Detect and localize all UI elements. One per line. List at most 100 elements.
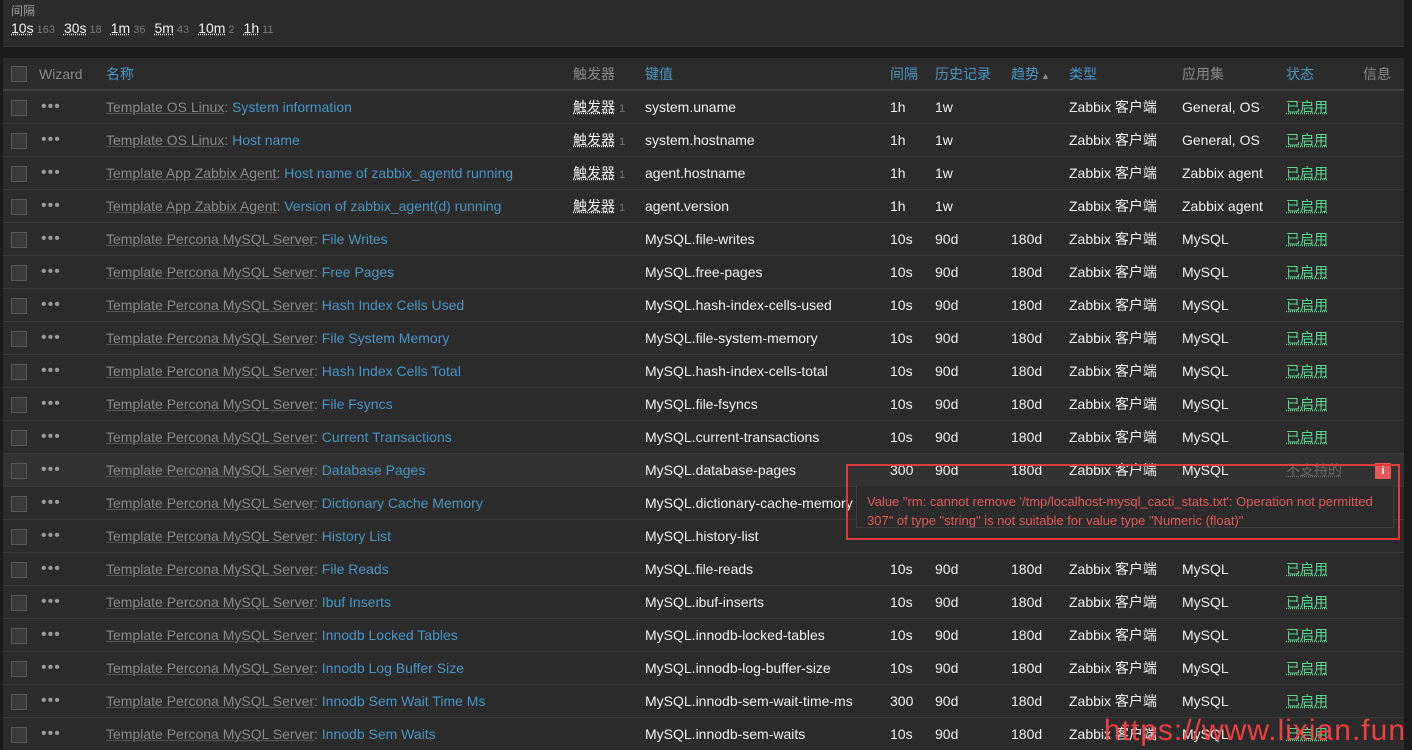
- interval-filter-item[interactable]: 10s 163: [11, 20, 55, 36]
- triggers-link[interactable]: 触发器: [573, 198, 615, 214]
- status-toggle[interactable]: 已启用: [1286, 132, 1328, 148]
- row-wizard-cell[interactable]: •••: [39, 486, 106, 520]
- status-toggle[interactable]: 已启用: [1286, 297, 1328, 313]
- template-link[interactable]: Template Percona MySQL Server: [106, 726, 314, 742]
- row-wizard-cell[interactable]: •••: [39, 90, 106, 124]
- item-name-link[interactable]: Innodb Log Buffer Size: [322, 660, 464, 676]
- item-name-link[interactable]: File Reads: [322, 561, 389, 577]
- item-name-link[interactable]: Innodb Sem Wait Time Ms: [322, 693, 486, 709]
- row-checkbox[interactable]: [11, 198, 27, 215]
- more-options-icon[interactable]: •••: [39, 692, 61, 709]
- interval-filter-label[interactable]: 30s: [64, 20, 87, 36]
- row-checkbox[interactable]: [11, 627, 27, 644]
- item-name-link[interactable]: Innodb Locked Tables: [322, 627, 458, 643]
- row-select-cell[interactable]: [3, 354, 39, 388]
- row-checkbox[interactable]: [11, 495, 27, 512]
- row-select-cell[interactable]: [3, 618, 39, 652]
- row-wizard-cell[interactable]: •••: [39, 453, 106, 487]
- row-select-cell[interactable]: [3, 486, 39, 520]
- row-select-cell[interactable]: [3, 519, 39, 553]
- row-select-cell[interactable]: [3, 90, 39, 124]
- more-options-icon[interactable]: •••: [39, 626, 61, 643]
- interval-filter-item[interactable]: 1m 36: [111, 20, 146, 36]
- row-wizard-cell[interactable]: •••: [39, 387, 106, 421]
- item-name-link[interactable]: Host name of zabbix_agentd running: [284, 165, 513, 181]
- status-toggle[interactable]: 不支持的: [1286, 462, 1342, 478]
- row-checkbox[interactable]: [11, 297, 27, 314]
- item-name-link[interactable]: System information: [232, 99, 352, 115]
- item-name-link[interactable]: Current Transactions: [322, 429, 452, 445]
- template-link[interactable]: Template Percona MySQL Server: [106, 627, 314, 643]
- row-select-cell[interactable]: [3, 288, 39, 322]
- row-wizard-cell[interactable]: •••: [39, 321, 106, 355]
- more-options-icon[interactable]: •••: [39, 725, 61, 742]
- row-checkbox[interactable]: [11, 561, 27, 578]
- interval-filter-label[interactable]: 1h: [244, 20, 260, 36]
- row-checkbox[interactable]: [11, 165, 27, 182]
- more-options-icon[interactable]: •••: [39, 527, 61, 544]
- status-toggle[interactable]: 已启用: [1286, 165, 1328, 181]
- row-wizard-cell[interactable]: •••: [39, 717, 106, 750]
- row-select-cell[interactable]: [3, 222, 39, 256]
- item-name-link[interactable]: Free Pages: [322, 264, 394, 280]
- more-options-icon[interactable]: •••: [39, 230, 61, 247]
- row-select-cell[interactable]: [3, 420, 39, 454]
- more-options-icon[interactable]: •••: [39, 395, 61, 412]
- row-checkbox[interactable]: [11, 99, 27, 116]
- more-options-icon[interactable]: •••: [39, 461, 61, 478]
- header-trends[interactable]: 趋势 ▲: [1011, 58, 1069, 91]
- item-name-link[interactable]: File System Memory: [322, 330, 450, 346]
- row-select-cell[interactable]: [3, 123, 39, 157]
- template-link[interactable]: Template Percona MySQL Server: [106, 594, 314, 610]
- header-trends-label[interactable]: 趋势: [1011, 66, 1039, 82]
- row-wizard-cell[interactable]: •••: [39, 618, 106, 652]
- item-name-link[interactable]: File Fsyncs: [322, 396, 393, 412]
- row-checkbox[interactable]: [11, 264, 27, 281]
- row-wizard-cell[interactable]: •••: [39, 156, 106, 190]
- more-options-icon[interactable]: •••: [39, 131, 61, 148]
- row-select-cell[interactable]: [3, 255, 39, 289]
- more-options-icon[interactable]: •••: [39, 362, 61, 379]
- status-toggle[interactable]: 已启用: [1286, 99, 1328, 115]
- row-wizard-cell[interactable]: •••: [39, 684, 106, 718]
- header-interval[interactable]: 间隔: [890, 58, 935, 91]
- item-name-link[interactable]: Innodb Sem Waits: [322, 726, 436, 742]
- row-checkbox[interactable]: [11, 660, 27, 677]
- row-select-cell[interactable]: [3, 651, 39, 685]
- template-link[interactable]: Template Percona MySQL Server: [106, 330, 314, 346]
- triggers-link[interactable]: 触发器: [573, 99, 615, 115]
- row-wizard-cell[interactable]: •••: [39, 585, 106, 619]
- row-select-cell[interactable]: [3, 585, 39, 619]
- template-link[interactable]: Template Percona MySQL Server: [106, 693, 314, 709]
- header-name[interactable]: 名称: [106, 58, 573, 91]
- template-link[interactable]: Template OS Linux: [106, 99, 224, 115]
- template-link[interactable]: Template Percona MySQL Server: [106, 363, 314, 379]
- row-wizard-cell[interactable]: •••: [39, 519, 106, 553]
- row-checkbox[interactable]: [11, 726, 27, 743]
- interval-filter-label[interactable]: 10m: [198, 20, 225, 36]
- status-toggle[interactable]: 已启用: [1286, 429, 1328, 445]
- template-link[interactable]: Template Percona MySQL Server: [106, 561, 314, 577]
- status-toggle[interactable]: 已启用: [1286, 561, 1328, 577]
- status-toggle[interactable]: 已启用: [1286, 396, 1328, 412]
- status-toggle[interactable]: 已启用: [1286, 594, 1328, 610]
- more-options-icon[interactable]: •••: [39, 329, 61, 346]
- more-options-icon[interactable]: •••: [39, 98, 61, 115]
- template-link[interactable]: Template Percona MySQL Server: [106, 429, 314, 445]
- interval-filter-label[interactable]: 10s: [11, 20, 34, 36]
- status-toggle[interactable]: 已启用: [1286, 660, 1328, 676]
- row-wizard-cell[interactable]: •••: [39, 222, 106, 256]
- item-name-link[interactable]: Version of zabbix_agent(d) running: [284, 198, 501, 214]
- row-select-cell[interactable]: [3, 321, 39, 355]
- row-checkbox[interactable]: [11, 231, 27, 248]
- row-checkbox[interactable]: [11, 594, 27, 611]
- interval-filter-item[interactable]: 10m 2: [198, 20, 234, 36]
- row-checkbox[interactable]: [11, 396, 27, 413]
- row-select-cell[interactable]: [3, 552, 39, 586]
- template-link[interactable]: Template Percona MySQL Server: [106, 528, 314, 544]
- item-name-link[interactable]: Database Pages: [322, 462, 426, 478]
- row-wizard-cell[interactable]: •••: [39, 288, 106, 322]
- status-toggle[interactable]: 已启用: [1286, 627, 1328, 643]
- interval-filter-item[interactable]: 5m 43: [154, 20, 189, 36]
- template-link[interactable]: Template Percona MySQL Server: [106, 660, 314, 676]
